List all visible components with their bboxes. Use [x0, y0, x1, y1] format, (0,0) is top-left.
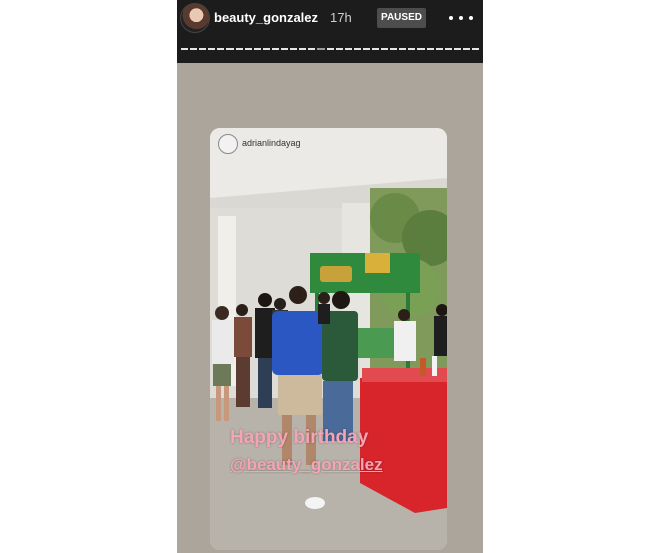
progress-segment	[253, 48, 261, 50]
progress-segment	[208, 48, 216, 50]
progress-segment	[453, 48, 461, 50]
progress-segment	[335, 48, 343, 50]
story-header: beauty_gonzalez 17h PAUSED	[177, 0, 483, 63]
progress-segment	[317, 48, 325, 50]
progress-segment	[190, 48, 198, 50]
reposter-username[interactable]: adrianlindayag	[242, 138, 301, 148]
progress-segment	[181, 48, 189, 50]
progress-segment	[381, 48, 389, 50]
progress-segment	[390, 48, 398, 50]
progress-segment	[462, 48, 470, 50]
progress-segment	[235, 48, 243, 50]
progress-segment	[362, 48, 370, 50]
progress-segment	[399, 48, 407, 50]
story-username[interactable]: beauty_gonzalez	[214, 10, 318, 25]
progress-segment	[371, 48, 380, 50]
story-progress-bar	[181, 48, 480, 51]
progress-segment	[262, 48, 270, 50]
paused-badge[interactable]: PAUSED	[377, 8, 426, 28]
progress-segment	[353, 48, 361, 50]
reposted-story-card[interactable]: adrianlindayag Happy birthday @beauty_go…	[210, 128, 447, 550]
progress-segment	[435, 48, 443, 50]
story-viewer: beauty_gonzalez 17h PAUSED adrianlindaya…	[177, 0, 483, 553]
progress-segment	[271, 48, 280, 50]
progress-segment	[226, 48, 234, 50]
progress-segment	[299, 48, 307, 50]
progress-segment	[444, 48, 452, 50]
progress-segment	[281, 48, 289, 50]
progress-segment	[326, 48, 334, 50]
party-photo	[210, 128, 447, 550]
progress-segment	[290, 48, 298, 50]
progress-segment	[417, 48, 425, 50]
progress-segment	[217, 48, 225, 50]
reposter-avatar[interactable]	[218, 134, 238, 154]
progress-segment	[472, 48, 480, 50]
more-options-icon[interactable]	[447, 6, 475, 28]
progress-segment	[344, 48, 352, 50]
progress-segment	[408, 48, 416, 50]
caption-text: Happy birthday	[230, 427, 369, 448]
story-timestamp: 17h	[330, 10, 352, 25]
progress-segment	[244, 48, 252, 50]
progress-segment	[199, 48, 207, 50]
profile-avatar[interactable]	[180, 3, 210, 33]
caption-mention[interactable]: @beauty_gonzalez	[230, 455, 440, 475]
progress-segment	[426, 48, 434, 50]
progress-segment	[308, 48, 316, 50]
